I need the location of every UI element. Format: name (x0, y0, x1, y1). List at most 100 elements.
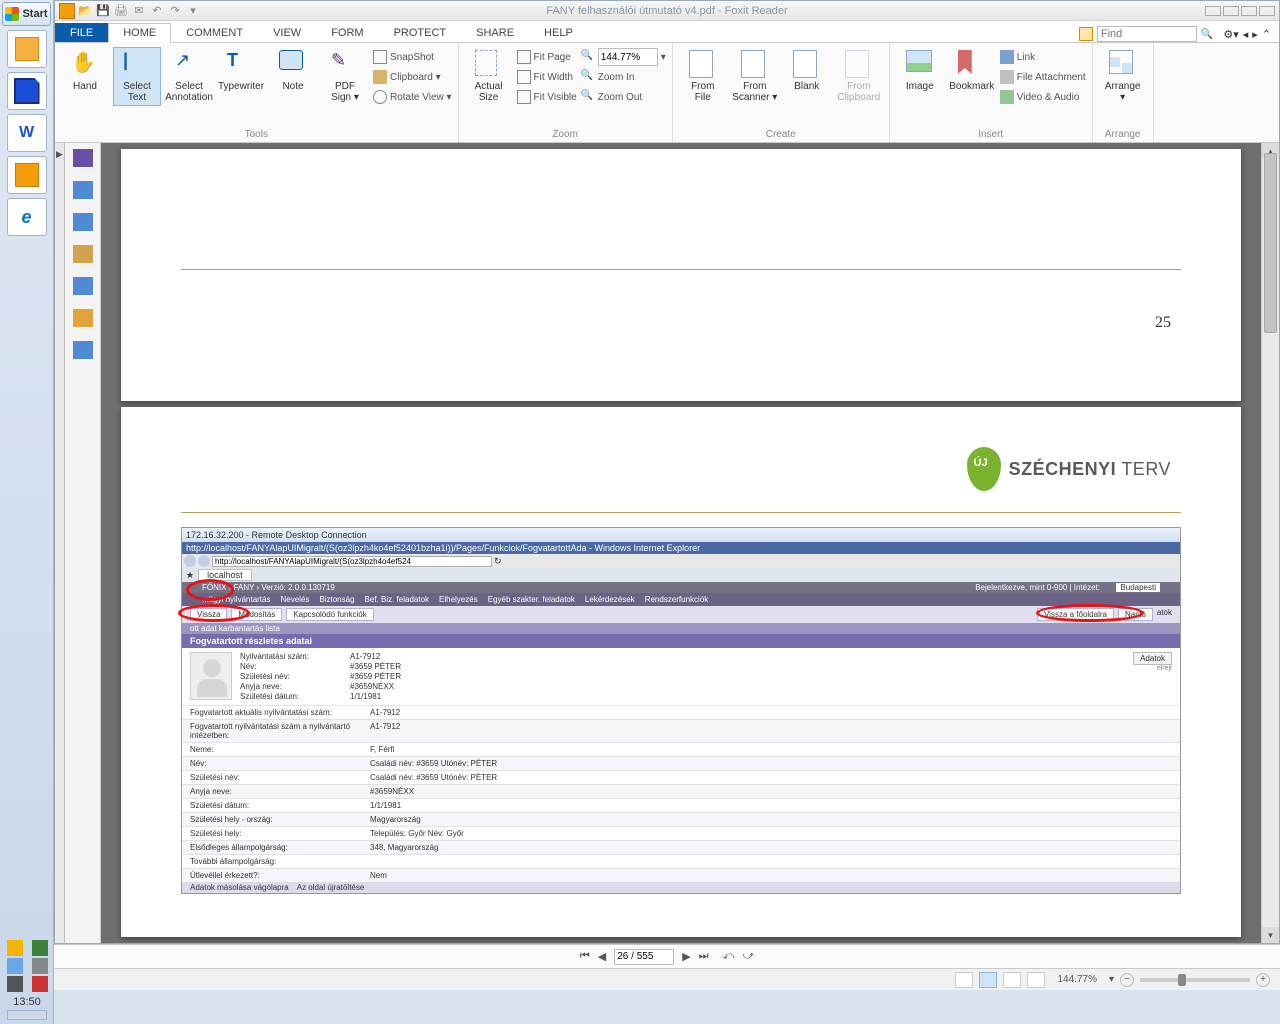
nav-item[interactable]: Biztonság (319, 595, 354, 604)
qat-app-icon[interactable] (59, 3, 75, 19)
ie-back-icon[interactable] (184, 555, 196, 567)
prev-page-icon[interactable]: ◀ (598, 950, 606, 963)
pdf-sign-button[interactable]: PDF Sign ▾ (321, 47, 369, 106)
nav-item[interactable]: Elhelyezés (439, 595, 478, 604)
find-input[interactable] (1097, 26, 1197, 42)
zoom-value-input[interactable] (598, 48, 658, 66)
zoom-in-icon[interactable]: + (1256, 973, 1270, 987)
comments-panel-icon[interactable] (73, 245, 93, 263)
nav-item[interactable]: ...ügyi nyilvántartás (202, 595, 270, 604)
qat-open-icon[interactable]: 📂 (77, 3, 93, 19)
nav-item[interactable]: Rendszerfunkciók (645, 595, 709, 604)
scroll-down-icon[interactable]: ▾ (1262, 927, 1279, 943)
zoom-magnifier-icon[interactable] (581, 50, 595, 64)
from-file-button[interactable]: From File (679, 47, 727, 106)
modify-button[interactable]: Módosítás (231, 608, 282, 621)
zoom-slider[interactable] (1140, 978, 1250, 982)
zoom-in-button[interactable]: Zoom In (581, 68, 666, 86)
page-viewport[interactable]: 25 SZÉCHENYI TERV 172.16.32.200 - Remote… (101, 143, 1261, 943)
ie-favorites-icon[interactable]: ★ (186, 570, 194, 581)
last-page-icon[interactable]: ⏭ (699, 950, 709, 963)
window-maximize-icon[interactable] (1241, 6, 1257, 16)
fit-visible-button[interactable]: Fit Visible (517, 88, 577, 106)
tab-comment[interactable]: COMMENT (171, 23, 258, 42)
first-page-icon[interactable]: ⏮ (580, 950, 590, 963)
window-minimize-icon[interactable] (1223, 6, 1239, 16)
view-continuous-facing-icon[interactable] (1027, 972, 1045, 988)
nav-prev-view-icon[interactable]: ⤺ (723, 950, 735, 963)
ie-refresh-icon[interactable]: ↻ (494, 556, 502, 567)
qat-redo-icon[interactable]: ↷ (167, 3, 183, 19)
signatures-panel-icon[interactable] (73, 341, 93, 359)
nav-item[interactable]: Lekérdezések (585, 595, 635, 604)
scroll-thumb[interactable] (1264, 153, 1277, 333)
tray-icon[interactable] (7, 940, 23, 956)
nav-next-view-icon[interactable]: ⤻ (742, 950, 754, 963)
fit-width-button[interactable]: Fit Width (517, 68, 577, 86)
ie-tab[interactable]: localhost (198, 569, 252, 581)
reload-page-link[interactable]: Az oldal újratöltése (297, 883, 365, 892)
tab-protect[interactable]: PROTECT (379, 23, 462, 42)
zoom-out-icon[interactable]: − (1120, 973, 1134, 987)
link-button[interactable]: Link (1000, 48, 1086, 66)
nav-item[interactable]: Nevelés (280, 595, 309, 604)
find-mode-icon[interactable] (1079, 27, 1093, 41)
video-audio-button[interactable]: Video & Audio (1000, 88, 1086, 106)
qat-save-icon[interactable]: 💾 (95, 3, 111, 19)
copy-to-clipboard-link[interactable]: Adatok másolása vágólapra (190, 883, 289, 892)
qat-email-icon[interactable]: ✉ (131, 3, 147, 19)
ie-url-input[interactable] (212, 556, 492, 567)
side-panel-expand-handle[interactable] (55, 143, 65, 943)
adatok-button[interactable]: Adatok (1133, 652, 1172, 665)
blank-button[interactable]: Blank (783, 47, 831, 95)
nav-next-icon[interactable]: ▸ (1252, 28, 1258, 41)
taskbar-foxit-icon[interactable] (7, 156, 47, 194)
tray-printer-icon[interactable] (32, 958, 48, 974)
taskbar-ie-icon[interactable] (7, 198, 47, 236)
nav-item[interactable]: Bef. Biz. feladatok (365, 595, 429, 604)
institute-select[interactable]: Budapesti (1116, 583, 1160, 592)
show-desktop[interactable] (7, 1010, 47, 1020)
related-functions-button[interactable]: Kapcsolódó funkciók (286, 608, 373, 621)
view-continuous-icon[interactable] (979, 972, 997, 988)
zoom-dropdown-icon[interactable]: ▾ (661, 52, 666, 63)
select-annotation-button[interactable]: Select Annotation (165, 47, 213, 106)
bookmarks-panel-icon[interactable] (73, 149, 93, 167)
taskbar-outlook-icon[interactable] (7, 30, 47, 68)
nav-prev-icon[interactable]: ◂ (1243, 28, 1249, 41)
zoom-out-button[interactable]: Zoom Out (581, 88, 666, 106)
hand-tool-button[interactable]: Hand (61, 47, 109, 95)
log-button[interactable]: Napló (1118, 608, 1153, 621)
bookmark-button[interactable]: Bookmark (948, 47, 996, 95)
attachments-panel-icon[interactable] (73, 277, 93, 295)
image-button[interactable]: Image (896, 47, 944, 95)
pages-panel-icon[interactable] (73, 181, 93, 199)
back-to-main-button[interactable]: Vissza a főoldalra (1037, 608, 1114, 621)
tray-volume-icon[interactable] (7, 958, 23, 974)
tab-form[interactable]: FORM (316, 23, 378, 42)
tray-icon[interactable] (32, 976, 48, 992)
tray-icon[interactable] (7, 976, 23, 992)
clipboard-button[interactable]: Clipboard ▾ (373, 68, 452, 86)
nav-item[interactable]: Egyéb szakter. feladatok (488, 595, 575, 604)
ie-forward-icon[interactable] (198, 555, 210, 567)
ribbon-minimize-icon[interactable] (1205, 6, 1221, 16)
adatok-hide-link[interactable]: elrejt (1133, 665, 1172, 672)
zoom-dropdown-icon[interactable]: ▾ (1109, 974, 1114, 985)
qat-undo-icon[interactable]: ↶ (149, 3, 165, 19)
settings-gear-icon[interactable]: ⚙▾ (1223, 28, 1238, 41)
select-text-button[interactable]: Select Text (113, 47, 161, 106)
find-search-icon[interactable] (1201, 28, 1213, 40)
tab-share[interactable]: SHARE (461, 23, 529, 42)
rotate-view-button[interactable]: Rotate View ▾ (373, 88, 452, 106)
from-scanner-button[interactable]: From Scanner ▾ (731, 47, 779, 106)
tab-view[interactable]: VIEW (258, 23, 316, 42)
arrange-button[interactable]: Arrange ▾ (1099, 47, 1147, 106)
actual-size-button[interactable]: Actual Size (465, 47, 513, 106)
note-button[interactable]: Note (269, 47, 317, 95)
tray-icon[interactable] (32, 940, 48, 956)
fit-page-button[interactable]: Fit Page (517, 48, 577, 66)
file-attachment-button[interactable]: File Attachment (1000, 68, 1086, 86)
next-page-icon[interactable]: ▶ (682, 950, 690, 963)
qat-print-icon[interactable]: 🖨 (113, 3, 129, 19)
